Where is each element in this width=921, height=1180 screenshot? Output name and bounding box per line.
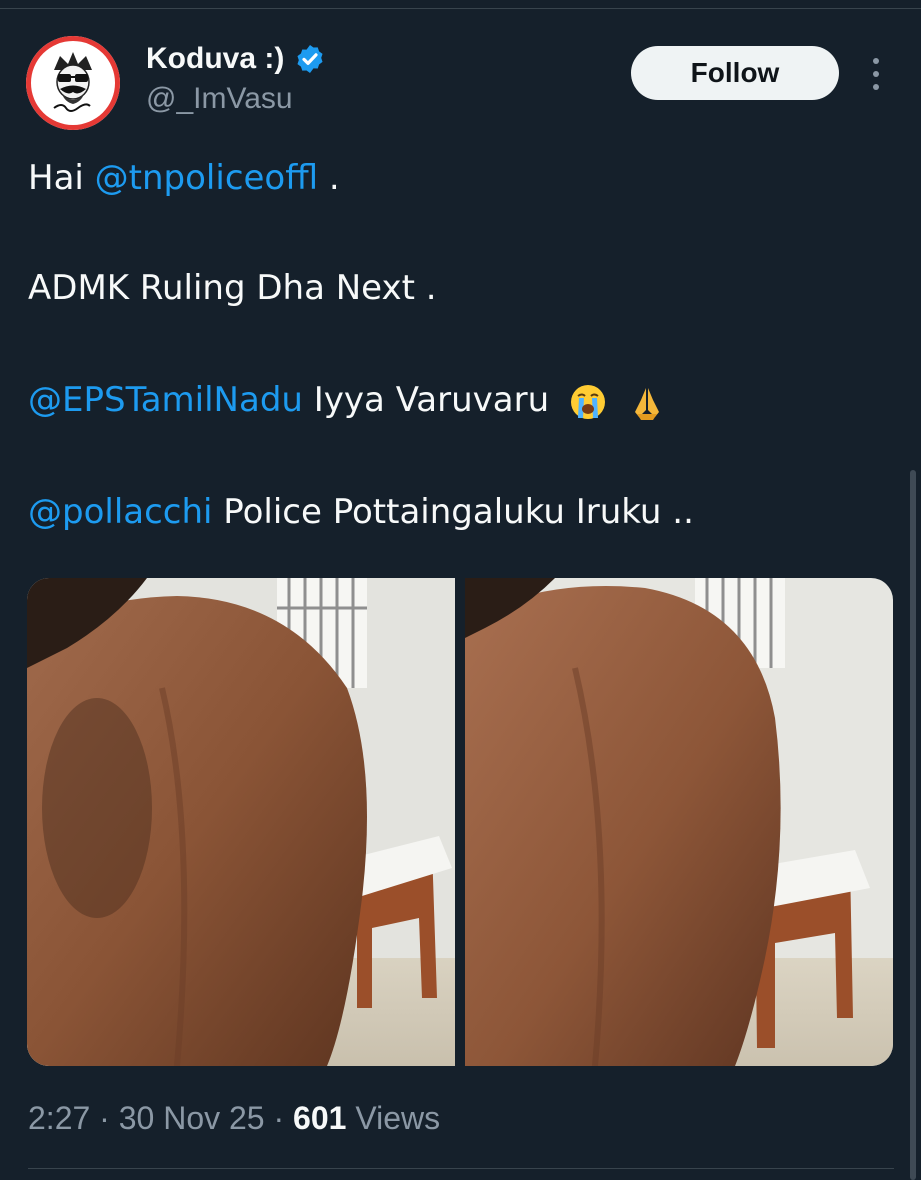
- tweet-meta: 2:27 · 30 Nov 25 · 601 Views: [28, 1100, 440, 1137]
- tweet-text-line-2: ADMK Ruling Dha Next .: [28, 266, 437, 310]
- tweet-text-line-1: Hai @tnpoliceoffl .: [28, 156, 340, 200]
- avatar[interactable]: [26, 36, 120, 130]
- tweet-text-line-3: @EPSTamilNadu Iyya Varuvaru: [28, 378, 667, 422]
- views-label: Views: [346, 1100, 441, 1136]
- author-name-row: Koduva :): [146, 42, 326, 76]
- tweet-text: .: [318, 158, 340, 198]
- author-display-name[interactable]: Koduva :): [146, 42, 284, 76]
- more-options-icon[interactable]: [864, 58, 888, 90]
- meta-separator: ·: [264, 1100, 294, 1136]
- photo-illustration: [465, 578, 893, 1066]
- tweet-date[interactable]: 30 Nov 25: [119, 1100, 265, 1136]
- photo-illustration: [27, 578, 455, 1066]
- tweet-text-line-4: @pollacchi Police Pottaingaluku Iruku ..: [28, 490, 694, 534]
- mention-link-epstamilnadu[interactable]: @EPSTamilNadu: [28, 380, 303, 420]
- tweet-photo-1[interactable]: [27, 578, 455, 1066]
- mention-link-pollacchi[interactable]: @pollacchi: [28, 492, 213, 532]
- scrollbar[interactable]: [910, 470, 916, 1180]
- folded-hands-icon: [634, 387, 659, 420]
- author-handle[interactable]: @_ImVasu: [146, 82, 293, 116]
- loudly-crying-face-icon: [570, 384, 605, 419]
- top-divider: [0, 8, 921, 9]
- avatar-illustration: [53, 52, 92, 112]
- follow-button[interactable]: Follow: [631, 46, 839, 100]
- mention-link-tnpoliceoffl[interactable]: @tnpoliceoffl: [95, 158, 318, 198]
- tweet-photo-2[interactable]: [465, 578, 893, 1066]
- verified-badge-icon: [297, 45, 323, 73]
- tweet-media-grid: [27, 578, 893, 1066]
- tweet-text: Police Pottaingaluku Iruku ..: [212, 492, 694, 532]
- tweet-text: Hai: [28, 158, 95, 198]
- tweet-time[interactable]: 2:27: [28, 1100, 90, 1136]
- bottom-divider: [28, 1168, 894, 1169]
- views-count[interactable]: 601: [293, 1100, 346, 1136]
- meta-separator: ·: [90, 1100, 119, 1136]
- tweet-text: ADMK Ruling Dha Next .: [28, 268, 437, 308]
- tweet-text: Iyya Varuvaru: [302, 380, 550, 420]
